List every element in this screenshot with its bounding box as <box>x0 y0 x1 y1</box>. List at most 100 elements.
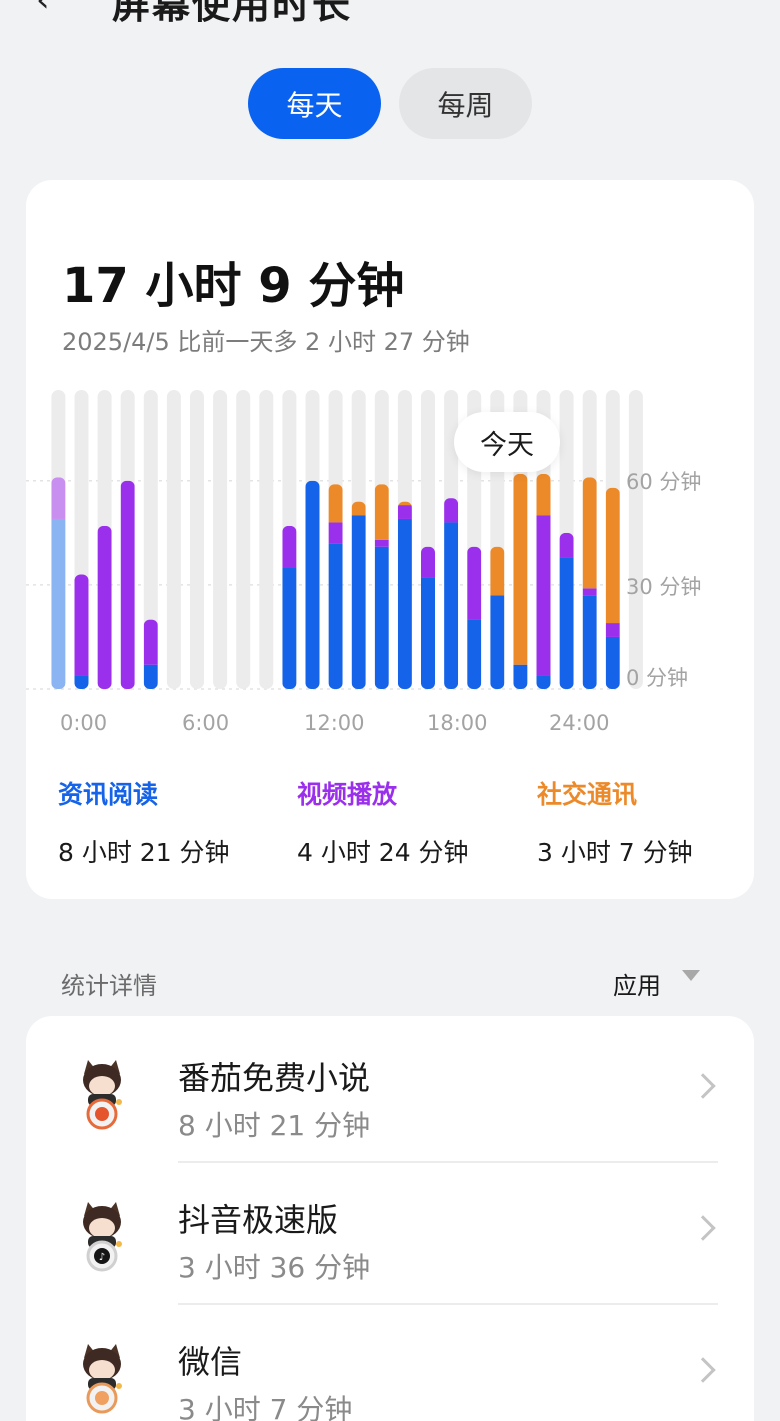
legend-value: 8 小时 21 分钟 <box>58 838 230 867</box>
bar-segment <box>513 664 528 689</box>
bar-segment <box>467 619 482 689</box>
bar-segment <box>536 675 551 689</box>
y-tick-label: 60 分钟 <box>626 470 702 494</box>
bar-stack <box>490 546 505 689</box>
tab-weekly[interactable]: 每周 <box>399 68 532 139</box>
bar-stack <box>605 487 620 689</box>
bar-segment <box>605 487 620 624</box>
bar-segment <box>559 557 574 689</box>
app-name: 番茄免费小说 <box>178 1059 371 1097</box>
bar-segment <box>582 588 597 596</box>
bar-segment <box>582 477 597 589</box>
bar-track <box>628 390 643 689</box>
tab-daily[interactable]: 每天 <box>248 68 381 139</box>
x-tick-label: 6:00 <box>182 711 230 735</box>
x-tick-label: 0:00 <box>60 711 108 735</box>
bar-segment <box>305 480 320 689</box>
bar-segment <box>536 515 551 676</box>
bar-segment <box>421 577 435 689</box>
app-usage-time: 3 小时 7 分钟 <box>178 1393 353 1421</box>
bar-track <box>190 390 204 689</box>
bar-stack <box>282 525 297 689</box>
bar-segment <box>51 477 66 519</box>
sort-by-dropdown[interactable]: 应用 <box>613 966 661 1001</box>
y-tick-label: 0 分钟 <box>626 666 689 690</box>
bar-stack <box>51 477 66 689</box>
hourly-usage-chart[interactable]: 60 分钟 30 分钟 0 分钟 0:00 6:00 12:00 18:00 2… <box>26 180 754 740</box>
bar-track <box>236 390 251 689</box>
bar-stack <box>421 546 435 689</box>
dropdown-triangle-icon[interactable] <box>682 970 700 981</box>
bar-stack <box>97 525 112 689</box>
today-tooltip: 今天 <box>454 412 560 472</box>
bar-stack <box>513 473 528 689</box>
usage-summary-card: 17 小时 9 分钟 2025/4/5 比前一天多 2 小时 27 分钟 60 … <box>26 180 754 899</box>
bar-stack <box>328 484 343 689</box>
bar-stack <box>582 477 597 689</box>
bar-segment <box>513 473 528 665</box>
bar-segment <box>397 518 412 689</box>
back-arrow-icon[interactable]: ‹ <box>36 0 50 20</box>
legend-social-messaging: 社交通讯 3 小时 7 分钟 <box>537 775 757 869</box>
app-usage-time: 3 小时 36 分钟 <box>178 1251 371 1284</box>
bar-segment <box>351 501 366 516</box>
bar-segment <box>97 525 112 689</box>
bar-segment <box>444 498 459 523</box>
x-tick-label: 24:00 <box>549 711 610 735</box>
bar-segment <box>143 619 158 665</box>
bar-track <box>166 390 181 689</box>
legend-news-reading: 资讯阅读 8 小时 21 分钟 <box>58 775 278 869</box>
legend-value: 4 小时 24 分钟 <box>297 838 469 867</box>
page-title: 屏幕使用时长 <box>112 0 353 27</box>
bar-segment <box>605 623 620 637</box>
bar-segment <box>444 522 459 689</box>
bar-segment <box>351 515 366 689</box>
wechat-icon <box>83 1344 122 1414</box>
bar-segment <box>328 522 343 544</box>
tomato-novel-icon <box>83 1060 122 1130</box>
bar-segment <box>605 636 620 689</box>
bar-stack <box>397 501 412 689</box>
bar-segment <box>74 574 89 676</box>
list-item[interactable]: 番茄免费小说 8 小时 21 分钟 <box>26 1021 754 1163</box>
bar-stack <box>444 498 459 689</box>
top-bar: ‹ 屏幕使用时长 <box>0 0 780 27</box>
list-item[interactable]: 微信 3 小时 7 分钟 <box>26 1305 754 1421</box>
list-item[interactable]: ♪ 抖音极速版 3 小时 36 分钟 <box>26 1163 754 1305</box>
bar-track <box>213 390 228 689</box>
douyin-lite-icon: ♪ <box>83 1202 122 1272</box>
bar-stack <box>143 619 158 689</box>
bar-segment <box>490 546 505 596</box>
bar-segment <box>143 664 158 689</box>
bar-stack <box>305 480 320 689</box>
chart-canvas <box>26 390 643 690</box>
app-usage-time: 8 小时 21 分钟 <box>178 1109 371 1142</box>
svg-text:♪: ♪ <box>99 1252 105 1263</box>
y-tick-label: 30 分钟 <box>626 575 702 599</box>
app-usage-list: 番茄免费小说 8 小时 21 分钟 ♪ 抖音极速版 3 小时 36 分钟 微信 … <box>26 1016 754 1421</box>
bar-segment <box>328 484 343 523</box>
bar-segment <box>282 525 297 568</box>
bar-segment <box>328 543 343 689</box>
chevron-right-icon <box>690 1073 716 1099</box>
bar-segment <box>282 567 297 689</box>
legend-label: 社交通讯 <box>537 780 638 809</box>
bar-segment <box>374 539 389 547</box>
legend-value: 3 小时 7 分钟 <box>537 838 693 867</box>
bar-segment <box>120 480 135 689</box>
legend-label: 资讯阅读 <box>58 780 159 809</box>
bar-stack <box>559 532 574 689</box>
bar-segment <box>490 595 505 689</box>
bar-stack <box>467 546 482 689</box>
bar-stack <box>120 480 135 689</box>
legend-label: 视频播放 <box>297 780 398 809</box>
bar-segment <box>74 675 89 689</box>
chevron-right-icon <box>690 1357 716 1383</box>
bar-segment <box>374 484 389 540</box>
x-tick-label: 18:00 <box>427 711 488 735</box>
bar-segment <box>397 505 412 519</box>
legend-video-playback: 视频播放 4 小时 24 分钟 <box>297 775 517 869</box>
bar-segment <box>559 532 574 558</box>
chevron-right-icon <box>690 1215 716 1241</box>
app-name: 微信 <box>178 1343 243 1381</box>
